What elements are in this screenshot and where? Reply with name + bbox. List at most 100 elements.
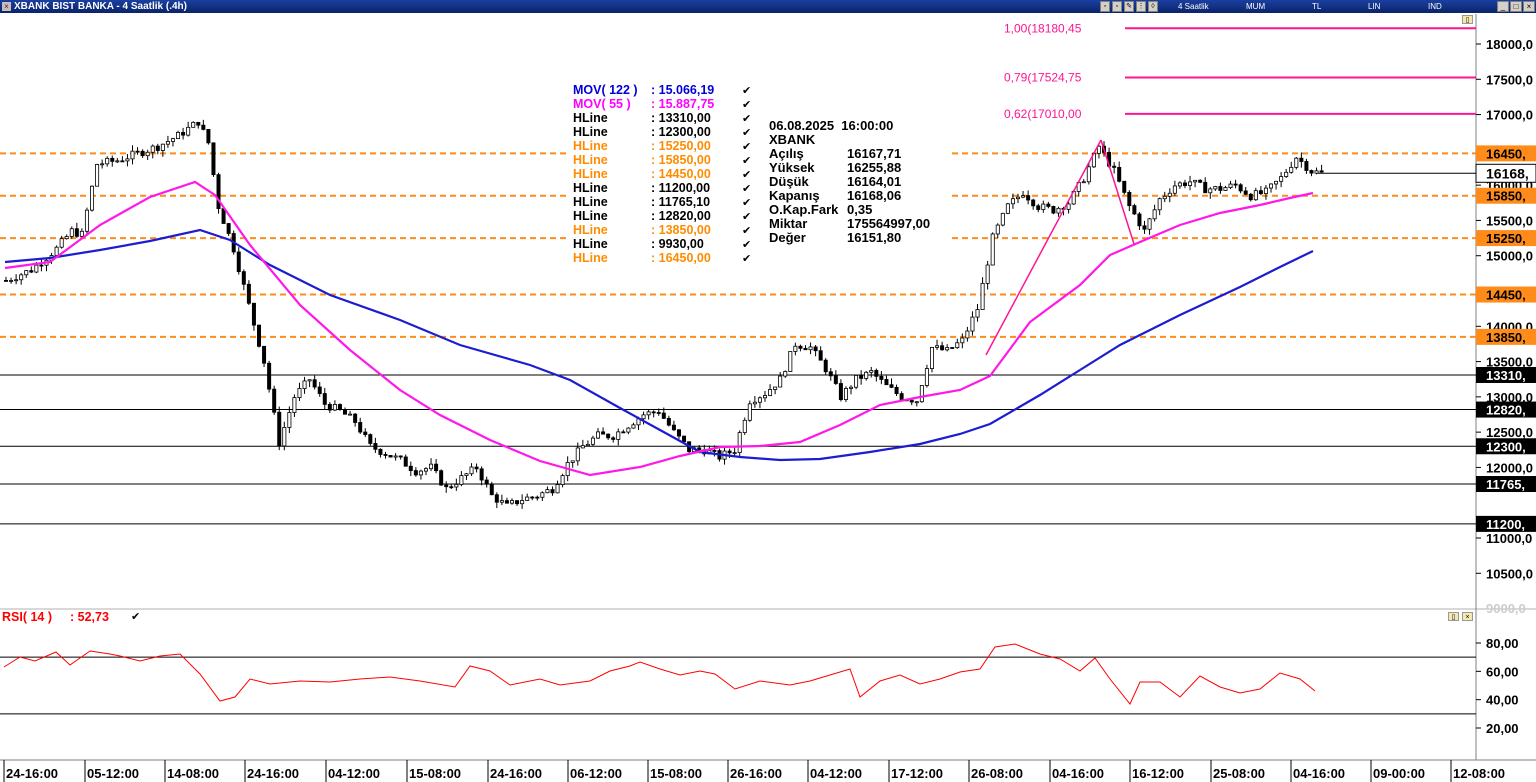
legend-visible-check-icon[interactable]: ✔: [742, 112, 751, 125]
hline-solid-label: 12820,: [1486, 403, 1526, 418]
candle-body: [1051, 206, 1056, 214]
legend-visible-check-icon[interactable]: ✔: [742, 98, 751, 111]
candle-body: [737, 432, 742, 453]
price-chart[interactable]: 18000,017500,017000,016000,015500,015000…: [0, 0, 1536, 782]
candle-body: [1289, 166, 1294, 173]
candle-body: [378, 448, 383, 455]
hline-dashed-label: 16450,: [1486, 146, 1526, 161]
candle-body: [1274, 180, 1279, 185]
legend-value: : 12820,00: [651, 209, 711, 223]
candle-body: [140, 150, 145, 157]
legend-visible-check-icon[interactable]: ✔: [742, 238, 751, 251]
candle-body: [773, 386, 778, 390]
legend-name: HLine: [573, 195, 608, 209]
candle-body: [732, 452, 737, 454]
legend-name: HLine: [573, 209, 608, 223]
legend-visible-check-icon[interactable]: ✔: [742, 126, 751, 139]
candle-body: [307, 379, 312, 382]
candle-body: [277, 411, 282, 447]
candle-body: [282, 427, 287, 447]
candle-body: [130, 150, 135, 160]
candle-body: [373, 443, 378, 450]
candle-body: [641, 414, 646, 420]
chart-panel-toggle-icon[interactable]: ▯: [1462, 15, 1473, 24]
candle-body: [226, 223, 231, 234]
info-row-value: 16151,80: [847, 230, 902, 245]
price-axis-label: 12000,0: [1486, 460, 1533, 475]
rsi-panel-close-icon[interactable]: ×: [1462, 612, 1473, 621]
candle-body: [1005, 203, 1010, 214]
candle-body: [464, 473, 469, 476]
time-axis-label: 24-16:00: [6, 766, 58, 781]
price-axis-label: 10500,0: [1486, 566, 1533, 581]
legend-visible-check-icon[interactable]: ✔: [742, 84, 751, 97]
current-price-label: 16168,: [1486, 165, 1529, 181]
candle-body: [272, 388, 277, 413]
candle-body: [262, 345, 267, 364]
time-axis-label: 04-16:00: [1052, 766, 1104, 781]
candle-body: [332, 404, 337, 411]
legend-name: HLine: [573, 223, 608, 237]
legend-visible-check-icon[interactable]: ✔: [742, 196, 751, 209]
rsi-visible-check-icon[interactable]: ✔: [131, 610, 140, 623]
candle-body: [14, 279, 19, 282]
candle-body: [1208, 188, 1213, 194]
candle-body: [256, 324, 261, 347]
candle-body: [1314, 170, 1319, 174]
candle-body: [439, 470, 444, 486]
candle-body: [899, 393, 904, 401]
candle-body: [1167, 192, 1172, 197]
time-axis-label: 12-08:00: [1453, 766, 1505, 781]
legend-visible-check-icon[interactable]: ✔: [742, 182, 751, 195]
legend-visible-check-icon[interactable]: ✔: [742, 140, 751, 153]
legend-visible-check-icon[interactable]: ✔: [742, 210, 751, 223]
candle-body: [590, 437, 595, 445]
candle-body: [1127, 191, 1132, 207]
rsi-panel-toggle-icon[interactable]: ▯: [1448, 612, 1459, 621]
price-axis-label: 12500,0: [1486, 425, 1533, 440]
candle-body: [727, 450, 732, 454]
candle-body: [434, 463, 439, 472]
candle-body: [4, 280, 9, 282]
hline-solid-label: 11765,: [1486, 477, 1525, 492]
legend-visible-check-icon[interactable]: ✔: [742, 252, 751, 265]
candle-body: [757, 397, 762, 403]
time-axis-label: 04-16:00: [1293, 766, 1345, 781]
candle-body: [970, 316, 975, 332]
legend-name: HLine: [573, 111, 608, 125]
candle-body: [965, 330, 970, 339]
info-row-label: O.Kap.Fark: [769, 202, 839, 217]
candle-body: [54, 246, 59, 256]
candle-body: [530, 496, 535, 499]
hline-dashed-label: 13850,: [1486, 330, 1526, 345]
candle-body: [110, 157, 115, 162]
candle-body: [646, 411, 651, 416]
candle-body: [267, 362, 272, 390]
candle-body: [79, 230, 84, 237]
candle-body: [170, 138, 175, 142]
candle-body: [520, 500, 525, 505]
candle-body: [211, 142, 216, 176]
candle-body: [788, 351, 793, 372]
rsi-axis-label: 80,00: [1486, 636, 1519, 651]
legend-visible-check-icon[interactable]: ✔: [742, 168, 751, 181]
legend-name: MOV( 122 ): [573, 83, 638, 97]
candle-body: [828, 371, 833, 377]
candle-body: [666, 417, 671, 426]
candle-body: [575, 447, 580, 462]
candle-body: [489, 483, 494, 496]
time-axis-label: 14-08:00: [167, 766, 219, 781]
time-axis-label: 04-12:00: [810, 766, 862, 781]
candle-body: [671, 424, 676, 431]
candle-body: [388, 455, 393, 458]
candle-body: [1233, 183, 1238, 186]
legend-visible-check-icon[interactable]: ✔: [742, 154, 751, 167]
candle-body: [368, 434, 373, 444]
rsi-axis-label: 60,00: [1486, 664, 1519, 679]
legend-name: HLine: [573, 181, 608, 195]
candle-body: [1172, 185, 1177, 194]
legend-visible-check-icon[interactable]: ✔: [742, 224, 751, 237]
candle-body: [676, 429, 681, 437]
candle-body: [1177, 182, 1182, 187]
candle-body: [585, 443, 590, 447]
